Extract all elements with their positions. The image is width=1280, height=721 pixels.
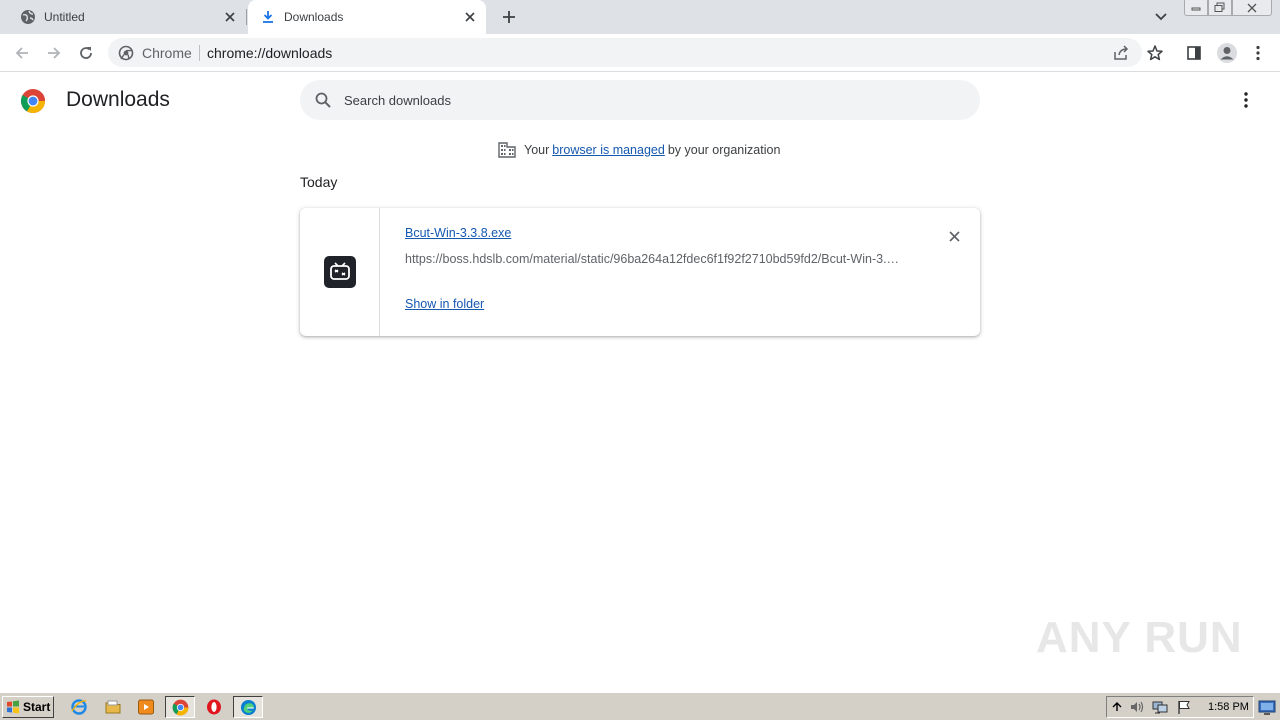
download-file-name-link[interactable]: Bcut-Win-3.3.8.exe (405, 226, 511, 240)
share-icon[interactable] (1112, 44, 1130, 62)
new-tab-button[interactable] (500, 8, 518, 26)
back-button[interactable] (12, 43, 32, 63)
omnibox[interactable]: Chrome chrome://downloads (108, 38, 1163, 67)
search-icon (314, 91, 332, 109)
window-close-button[interactable] (1232, 0, 1272, 16)
managed-text-after: by your organization (667, 143, 781, 157)
remove-download-close-icon[interactable] (944, 226, 964, 246)
edge-taskbar-button[interactable] (233, 696, 263, 718)
window-minimize-button[interactable] (1184, 0, 1208, 16)
action-center-flag-icon[interactable] (1176, 699, 1192, 715)
close-tab-icon[interactable] (462, 9, 478, 25)
start-label: Start (23, 700, 51, 714)
tab-strip: Untitled Downloads (0, 0, 1280, 34)
tab-title: Untitled (44, 10, 85, 24)
close-tab-icon[interactable] (222, 9, 238, 25)
tab-untitled[interactable]: Untitled (0, 0, 246, 34)
omnibox-chip-label: Chrome (142, 45, 192, 61)
windows-logo-icon (6, 700, 20, 714)
internet-explorer-icon[interactable] (70, 698, 88, 716)
file-explorer-icon[interactable] (104, 698, 122, 716)
tray-expand-chevron-icon[interactable] (1110, 699, 1124, 715)
show-desktop-icon[interactable] (1258, 698, 1276, 716)
show-in-folder-link[interactable]: Show in folder (405, 297, 484, 311)
browser-toolbar: Chrome chrome://downloads (0, 34, 1280, 72)
opera-icon[interactable] (205, 698, 223, 716)
tab-separator (246, 9, 247, 25)
page-title: Downloads (66, 88, 170, 111)
chrome-logo-icon (20, 88, 46, 114)
anyrun-watermark: ANY RUN (1036, 613, 1243, 662)
windows-taskbar: Start 1:58 PM (0, 692, 1280, 720)
browser-managed-link[interactable]: browser is managed (552, 143, 665, 157)
media-player-icon[interactable] (137, 698, 155, 716)
taskbar-clock[interactable]: 1:58 PM (1208, 701, 1249, 713)
download-source-url: https://boss.hdslb.com/material/static/9… (405, 252, 905, 266)
tab-search-chevron-icon[interactable] (1152, 8, 1170, 26)
file-type-icon (324, 256, 356, 288)
chrome-page-icon (118, 45, 134, 61)
tab-downloads[interactable]: Downloads (248, 0, 486, 34)
downloads-page: Downloads Your browser is managed by you… (0, 72, 1280, 692)
bookmark-star-icon[interactable] (1146, 44, 1164, 62)
managed-text-before: Your (524, 143, 550, 157)
search-box[interactable] (300, 80, 980, 120)
profile-avatar-icon[interactable] (1215, 41, 1239, 65)
downloads-menu-icon[interactable] (1236, 90, 1256, 110)
omnibox-separator (199, 45, 200, 61)
search-input[interactable] (344, 88, 944, 112)
download-item-card: Bcut-Win-3.3.8.exe https://boss.hdslb.co… (300, 208, 980, 336)
managed-notice: Your browser is managed by your organiza… (498, 141, 780, 159)
download-icon-column (300, 208, 380, 336)
volume-icon[interactable] (1129, 699, 1145, 715)
building-icon (498, 141, 516, 159)
download-icon (260, 9, 276, 25)
network-icon[interactable] (1152, 699, 1168, 715)
window-restore-button[interactable] (1208, 0, 1232, 16)
tab-title: Downloads (284, 10, 344, 24)
reload-button[interactable] (76, 43, 96, 63)
omnibox-url[interactable]: chrome://downloads (207, 45, 332, 61)
start-button[interactable]: Start (2, 696, 54, 718)
globe-icon (20, 9, 36, 25)
side-panel-icon[interactable] (1184, 43, 1204, 63)
chrome-taskbar-button[interactable] (165, 696, 195, 718)
date-heading: Today (300, 174, 338, 190)
browser-menu-icon[interactable] (1248, 43, 1268, 63)
forward-button[interactable] (44, 43, 64, 63)
